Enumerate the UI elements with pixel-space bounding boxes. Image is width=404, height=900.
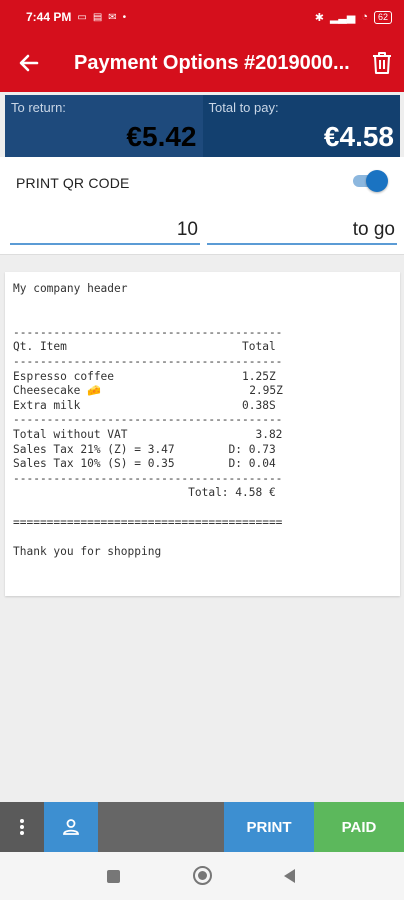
more-vertical-icon (20, 819, 24, 835)
message-icon: ▭ (77, 11, 87, 23)
receipt-line: ---------------------------------------- (13, 413, 283, 427)
recents-icon[interactable] (107, 870, 120, 883)
mail-icon: ✉ (108, 11, 117, 23)
receipt-line: Sales Tax 10% (S) = 0.35 D: 0.04 (13, 457, 276, 471)
to-return-label: To return: (11, 100, 66, 115)
user-icon (63, 819, 79, 835)
nav-back-icon[interactable] (284, 869, 295, 883)
status-bar: 7:44 PM ▭ ▤ ✉ • ✱ ▂▃▅ ◔ 62 (0, 0, 404, 34)
more-menu-button[interactable] (0, 802, 44, 852)
to-return-value: €5.42 (126, 121, 197, 152)
receipt-line (13, 297, 331, 312)
receipt-line: Espresso coffee 1.25Z (13, 369, 276, 383)
print-qr-toggle-knob[interactable] (366, 170, 388, 192)
bluetooth-icon: ✱ (314, 11, 324, 24)
print-qr-label: PRINT QR CODE (16, 175, 130, 191)
total-to-pay-box: Total to pay: €4.58 (202, 95, 400, 157)
arrow-left-icon (19, 54, 39, 72)
receipt-line: Sales Tax 21% (Z) = 3.47 D: 0.73 (13, 442, 276, 456)
receipt-line: Cheesecake 🧀 2.95Z (13, 384, 283, 398)
receipt-line: ======================================== (13, 515, 283, 529)
order-type-input[interactable]: to go (207, 215, 397, 245)
total-to-pay-label: Total to pay: (208, 100, 279, 115)
bottom-bar: PRINT PAID (0, 802, 404, 852)
trash-icon (373, 52, 391, 74)
paid-button[interactable]: PAID (314, 802, 404, 852)
wifi-icon: ◔ (361, 11, 368, 23)
print-button[interactable]: PRINT (224, 802, 314, 852)
receipt-line: Total without VAT 3.82 (13, 427, 283, 441)
status-time: 7:44 PM (26, 10, 72, 24)
receipt-line: ---------------------------------------- (13, 354, 283, 368)
receipt-line: ---------------------------------------- (13, 325, 283, 339)
receipt-line (13, 501, 331, 516)
app-bar: Payment Options #2019000... (0, 34, 404, 92)
receipt-line (13, 530, 331, 545)
receipt-line (13, 311, 331, 326)
customer-button[interactable] (44, 802, 98, 852)
receipt-line: Thank you for shopping (13, 544, 162, 558)
page-title: Payment Options #2019000... (74, 51, 350, 74)
total-to-pay-value: €4.58 (323, 121, 394, 152)
receipt-line: Qt. Item Total (13, 340, 276, 354)
signal-icon: ▂▃▅ (329, 11, 356, 24)
delete-button[interactable] (360, 34, 404, 92)
receipt-line: Extra milk 0.38S (13, 398, 276, 412)
dot-icon: • (122, 11, 127, 23)
receipt-line: Total: 4.58 € (13, 486, 276, 500)
storage-icon: ▤ (92, 11, 103, 23)
to-return-box: To return: €5.42 (5, 95, 203, 157)
bottom-bar-spacer (98, 802, 224, 852)
receipt-preview: My company header ----------------------… (5, 272, 400, 596)
back-button[interactable] (0, 34, 58, 92)
receipt-line: ---------------------------------------- (13, 471, 283, 485)
receipt-line: My company header (13, 282, 128, 295)
battery-icon: 62 (373, 10, 392, 24)
amount-input[interactable]: 10 (10, 215, 200, 245)
amounts-panel: To return: €5.42 Total to pay: €4.58 (5, 95, 400, 157)
home-icon-inner (198, 871, 207, 880)
receipt-text: My company header ----------------------… (13, 282, 331, 559)
